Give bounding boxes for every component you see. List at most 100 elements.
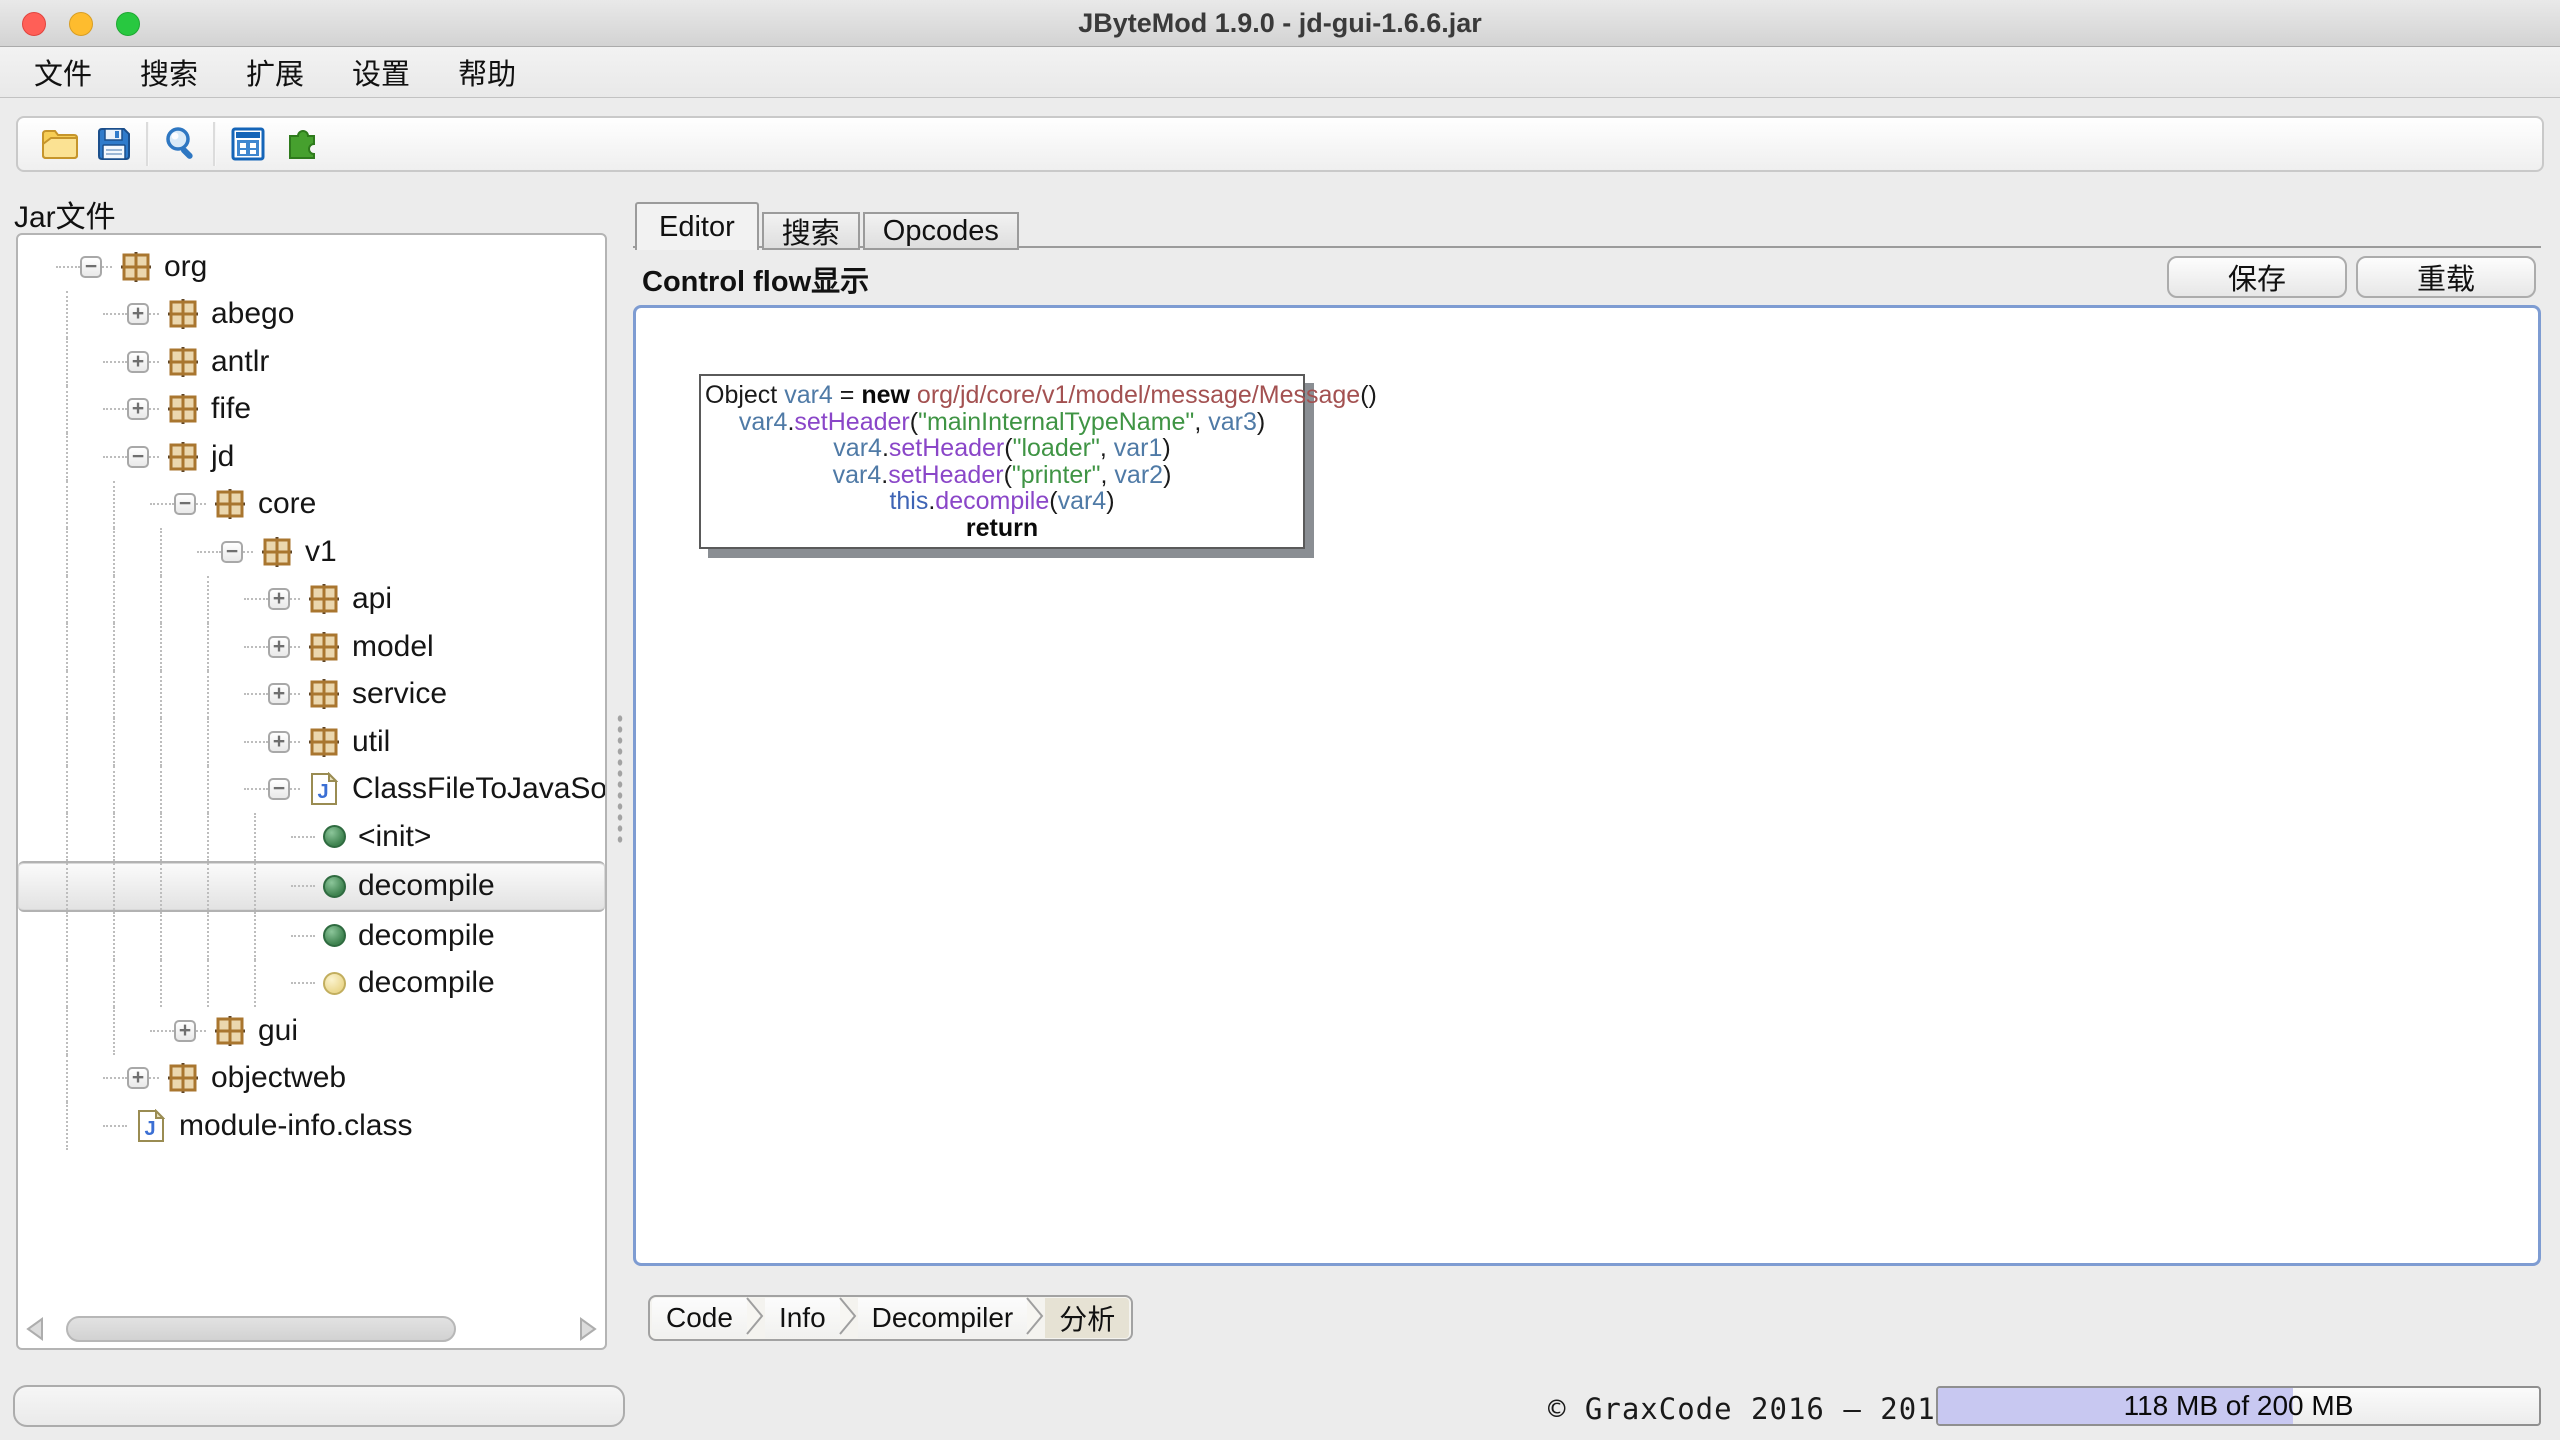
package-icon: [261, 536, 293, 568]
plugin-icon[interactable]: [282, 124, 322, 164]
collapse-toggle[interactable]: −: [268, 778, 290, 800]
tree-guide-line: [207, 576, 209, 624]
reload-button[interactable]: 重载: [2356, 256, 2536, 298]
memory-label: 118 MB of 200 MB: [1938, 1388, 2539, 1424]
tree-guide-line: [66, 338, 68, 386]
tree-guide-line: [66, 386, 68, 434]
expand-toggle[interactable]: +: [127, 1067, 149, 1089]
tree-item-init[interactable]: <init>: [18, 813, 605, 861]
tree-item-util[interactable]: +util: [18, 718, 605, 766]
expand-toggle[interactable]: +: [127, 398, 149, 420]
tree-guide-line: [66, 576, 68, 624]
scroll-right-arrow-icon[interactable]: [575, 1316, 601, 1342]
save-floppy-icon[interactable]: [94, 124, 134, 164]
menu-item-help[interactable]: 帮助: [446, 51, 540, 93]
scrollbar-thumb[interactable]: [66, 1316, 456, 1342]
toolbar: [16, 116, 2544, 172]
bottom-tab-code[interactable]: Code: [652, 1298, 747, 1338]
tree-horizontal-scrollbar[interactable]: [22, 1314, 601, 1344]
tree-connector: [103, 361, 127, 363]
tree-connector: [290, 693, 300, 695]
java-class-icon: J: [308, 773, 340, 805]
sidebar-title: Jar文件: [14, 192, 116, 236]
bottom-tab-info[interactable]: Info: [765, 1298, 840, 1338]
open-folder-icon[interactable]: [40, 124, 80, 164]
tree-item-core[interactable]: − core: [18, 481, 605, 529]
expand-toggle[interactable]: +: [174, 1020, 196, 1042]
tree-item-fife[interactable]: +fife: [18, 386, 605, 434]
tab--[interactable]: 搜索: [762, 212, 860, 250]
collapse-toggle[interactable]: −: [174, 493, 196, 515]
package-icon: [120, 251, 152, 283]
tree-item-abego[interactable]: + abego: [18, 291, 605, 339]
flow-graph-node[interactable]: Object var4 = new org/jd/core/v1/model/m…: [699, 374, 1305, 549]
package-icon: [214, 488, 246, 520]
tree-guide-line: [160, 813, 162, 861]
tree-guide-line: [113, 718, 115, 766]
expand-toggle[interactable]: +: [268, 588, 290, 610]
tree-item-decompile[interactable]: decompile: [18, 861, 605, 913]
menu-item-search[interactable]: 搜索: [128, 51, 222, 93]
menu-item-extensions[interactable]: 扩展: [234, 51, 328, 93]
tree-item-decompile[interactable]: decompile: [18, 912, 605, 960]
tree-item-objectweb[interactable]: +objectweb: [18, 1055, 605, 1103]
tree-item-jd[interactable]: − jd: [18, 433, 605, 481]
code-line: return: [705, 515, 1299, 542]
tree-item-label: jd: [211, 440, 234, 474]
tree-guide-line: [160, 766, 162, 814]
expand-toggle[interactable]: +: [268, 683, 290, 705]
tree-item-api[interactable]: +api: [18, 576, 605, 624]
tree-item-org[interactable]: −org: [18, 243, 605, 291]
tree-item-decompile[interactable]: decompile: [18, 960, 605, 1008]
scrollbar-track[interactable]: [48, 1315, 575, 1343]
java-class-icon: J: [135, 1110, 167, 1142]
memory-usage-bar[interactable]: 118 MB of 200 MB: [1936, 1386, 2541, 1426]
tree-connector: [291, 836, 315, 838]
bottom-tab--[interactable]: 分析: [1045, 1298, 1129, 1338]
tree-guide-line: [113, 623, 115, 671]
tree-connector: [149, 313, 159, 315]
method-icon: [323, 875, 346, 898]
collapse-toggle[interactable]: −: [221, 541, 243, 563]
tree-guide-line: [66, 481, 68, 529]
tree-item-label: core: [258, 487, 316, 521]
tree-guide-line: [207, 912, 209, 960]
tree-connector: [244, 693, 268, 695]
panel-splitter[interactable]: [608, 233, 632, 1350]
internal-frame-icon[interactable]: [228, 124, 268, 164]
tree-item-v1[interactable]: − v1: [18, 528, 605, 576]
tab-opcodes[interactable]: Opcodes: [863, 212, 1019, 250]
control-flow-canvas[interactable]: Object var4 = new org/jd/core/v1/model/m…: [633, 305, 2541, 1266]
title-bar[interactable]: JByteMod 1.9.0 - jd-gui-1.6.6.jar: [0, 0, 2560, 47]
scroll-left-arrow-icon[interactable]: [22, 1316, 48, 1342]
collapse-toggle[interactable]: −: [127, 446, 149, 468]
toolbar-group: [149, 124, 213, 164]
tree-item-label: abego: [211, 297, 294, 331]
tree-item-label: antlr: [211, 345, 269, 379]
search-icon[interactable]: [161, 124, 201, 164]
menu-item-settings[interactable]: 设置: [340, 51, 434, 93]
expand-toggle[interactable]: +: [268, 731, 290, 753]
tab-editor[interactable]: Editor: [635, 202, 759, 250]
toolbar-group: [216, 124, 334, 164]
expand-toggle[interactable]: +: [127, 303, 149, 325]
expand-toggle[interactable]: +: [268, 636, 290, 658]
tree-item-service[interactable]: +service: [18, 671, 605, 719]
tree-item-label: v1: [305, 535, 337, 569]
tree-guide-line: [66, 960, 68, 1008]
menu-item-file[interactable]: 文件: [22, 51, 116, 93]
tree-connector: [291, 885, 315, 887]
tree-connector: [244, 646, 268, 648]
tree-item-gui[interactable]: +gui: [18, 1007, 605, 1055]
tree-item-antlr[interactable]: + antlr: [18, 338, 605, 386]
expand-toggle[interactable]: +: [127, 351, 149, 373]
bottom-tab-decompiler[interactable]: Decompiler: [858, 1298, 1028, 1338]
save-button[interactable]: 保存: [2167, 256, 2347, 298]
chevron-separator-icon: [745, 1295, 767, 1342]
collapse-toggle[interactable]: −: [80, 256, 102, 278]
toolbar-group: [28, 124, 146, 164]
tree-item-model[interactable]: +model: [18, 623, 605, 671]
tree-item-module-info-class[interactable]: Jmodule-info.class: [18, 1102, 605, 1150]
tree-guide-line: [207, 813, 209, 861]
tree-item-classfiletojavasourcede[interactable]: −JClassFileToJavaSourceDe: [18, 766, 605, 814]
